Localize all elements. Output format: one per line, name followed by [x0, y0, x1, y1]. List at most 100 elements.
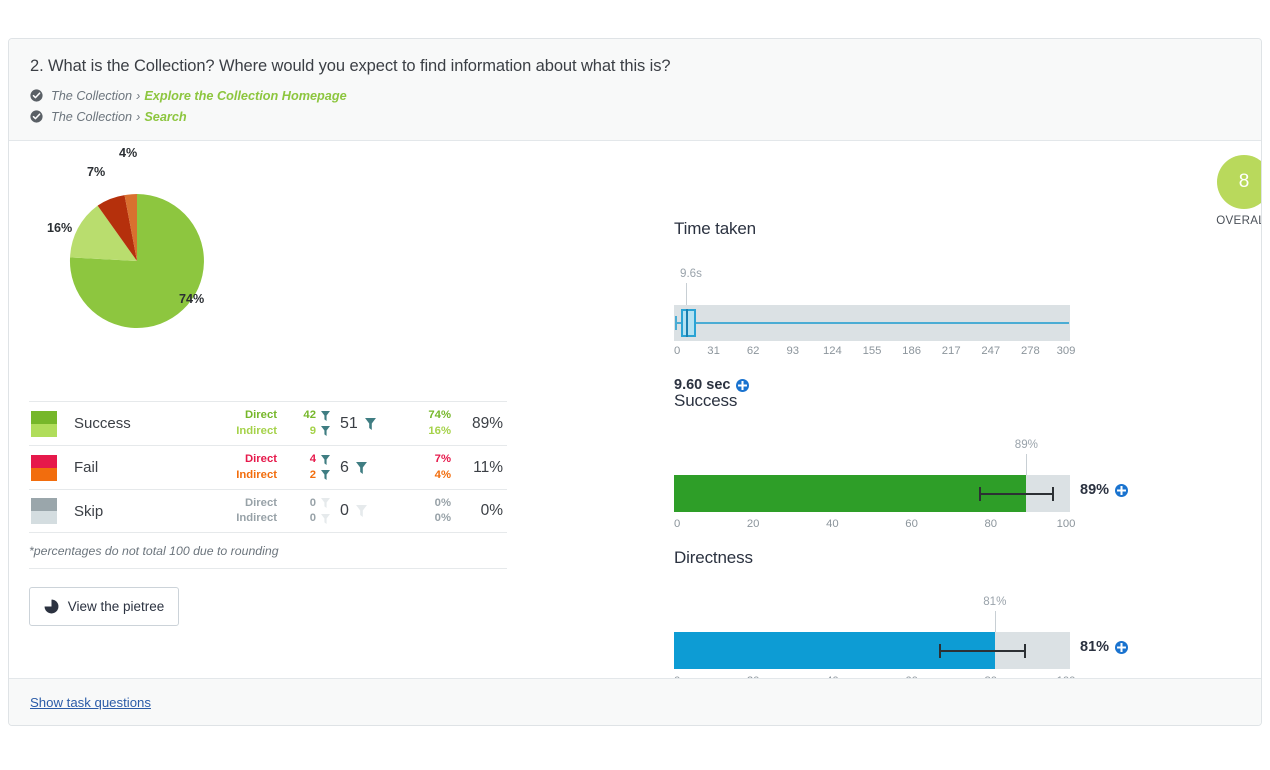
overall-score: 8 OVERALL [1189, 155, 1261, 227]
success-value-row: 89% [1080, 482, 1129, 498]
indirect-count: 9 [309, 424, 316, 437]
pie-chart-icon [44, 599, 59, 614]
directness-title: Directness [674, 548, 753, 567]
row-counts: 0 0 [277, 496, 332, 527]
left-column: 4% 7% 16% 74% Success Direct Indirect 42… [9, 141, 524, 679]
row-directness-labels: Direct Indirect [207, 452, 277, 483]
card-body: 4% 7% 16% 74% Success Direct Indirect 42… [9, 141, 1261, 687]
time-taken-title: Time taken [674, 219, 756, 238]
indirect-percent: 16% [428, 424, 451, 437]
bar-fill [674, 475, 1027, 512]
filter-icon[interactable] [321, 470, 330, 481]
indirect-percent: 4% [434, 468, 451, 481]
path-row-1: The Collection › Search [30, 106, 1261, 127]
show-task-questions-link[interactable]: Show task questions [30, 695, 151, 710]
error-bar-cap-high [1024, 643, 1027, 658]
path-leaf-1[interactable]: Search [144, 110, 186, 124]
boxplot-track [674, 305, 1070, 341]
directness-value: 81% [1080, 639, 1110, 655]
row-counts: 42 9 [277, 408, 332, 439]
bar-callout-line [1026, 454, 1028, 475]
overall-score-value: 8 [1217, 155, 1261, 209]
axis-tick: 40 [826, 518, 839, 530]
boxplot-callout-line [686, 283, 687, 305]
filter-icon[interactable] [321, 426, 330, 437]
pie-chart-region: 4% 7% 16% 74% [9, 141, 524, 376]
direct-percent: 0% [434, 496, 451, 509]
plus-circle-icon[interactable] [736, 378, 750, 392]
row-total: 6 [332, 459, 404, 477]
path-row-0: The Collection › Explore the Collection … [30, 85, 1261, 106]
error-bar-cap-low [939, 643, 942, 658]
row-total: 51 [332, 415, 404, 433]
success-value: 89% [1080, 482, 1110, 498]
row-total-percent: 0% [480, 502, 503, 519]
time-taken-boxplot: 9.6s 0 31 62 93 124 155 186 217 247 278 … [674, 267, 1075, 373]
axis-tick: 247 [981, 345, 1001, 357]
row-label: Fail [74, 459, 99, 476]
row-label: Skip [74, 502, 104, 520]
bar-track [674, 475, 1070, 512]
axis-tick: 0 [674, 345, 681, 357]
table-row: Fail Direct Indirect 4 2 6 7% 4% 11% [29, 445, 507, 489]
stats-table: Success Direct Indirect 42 9 51 74% 16% … [29, 401, 507, 533]
direct-count: 4 [309, 453, 316, 465]
pie-label-4: 4% [119, 146, 138, 160]
path-root-1: The Collection [51, 109, 133, 124]
legend-swatch [31, 498, 57, 524]
directness-section: Directness 81% 0 20 [674, 548, 1244, 695]
filter-icon [355, 505, 367, 517]
filter-icon[interactable] [321, 454, 330, 465]
plus-circle-icon[interactable] [1115, 483, 1129, 497]
table-row: Success Direct Indirect 42 9 51 74% 16% … [29, 401, 507, 445]
axis-tick: 80 [984, 518, 998, 530]
bar-track [674, 632, 1070, 669]
pie-label-16: 16% [47, 221, 73, 235]
row-percents: 7% 4% [404, 452, 455, 483]
time-taken-section: Time taken 9.6s 0 31 62 93 124 155 186 2… [674, 219, 1244, 393]
row-directness-labels: Direct Indirect [207, 496, 277, 527]
view-pietree-label: View the pietree [67, 599, 165, 614]
error-bar-cap-high [1052, 486, 1055, 501]
total-count: 51 [340, 414, 358, 432]
axis-tick: 155 [862, 345, 882, 357]
direct-label: Direct [244, 453, 277, 465]
direct-label: Direct [244, 496, 277, 509]
axis-tick: 124 [822, 345, 842, 357]
axis-tick: 0 [674, 518, 681, 530]
path-leaf-0[interactable]: Explore the Collection Homepage [144, 89, 346, 103]
axis-tick: 186 [902, 345, 922, 357]
filter-icon[interactable] [321, 410, 330, 421]
row-total: 0 [332, 502, 404, 520]
bar-callout-line [994, 611, 996, 632]
pie-label-7: 7% [87, 165, 106, 179]
filter-icon [321, 498, 330, 509]
boxplot-box [681, 309, 696, 337]
pie-label-74: 74% [179, 292, 205, 306]
indirect-percent: 0% [434, 512, 451, 524]
axis-tick: 62 [746, 345, 760, 357]
direct-count: 0 [309, 496, 316, 509]
total-count: 0 [340, 502, 349, 519]
row-percents: 0% 0% [404, 496, 455, 527]
view-pietree-button[interactable]: View the pietree [29, 587, 179, 626]
path-root-0: The Collection [51, 88, 133, 103]
axis-tick: 217 [941, 345, 961, 357]
bar-callout-label: 81% [983, 595, 1007, 608]
right-column: 8 OVERALL Time taken 9.6s [654, 141, 1261, 687]
plus-circle-icon[interactable] [1115, 640, 1129, 654]
card-header: 2. What is the Collection? Where would y… [9, 39, 1261, 141]
total-count: 6 [340, 458, 349, 476]
legend-swatch [31, 454, 57, 481]
axis-tick: 278 [1020, 345, 1040, 357]
direct-percent: 7% [434, 453, 451, 465]
indirect-label: Indirect [236, 424, 277, 437]
row-total-percent: 89% [471, 414, 503, 432]
boxplot-callout-label: 9.6s [680, 267, 702, 280]
pie-chart [69, 194, 204, 328]
directness-value-row: 81% [1080, 639, 1129, 655]
filter-icon[interactable] [355, 461, 367, 474]
direct-count: 42 [303, 409, 316, 421]
filter-icon[interactable] [364, 417, 376, 430]
axis-tick: 20 [746, 518, 760, 530]
